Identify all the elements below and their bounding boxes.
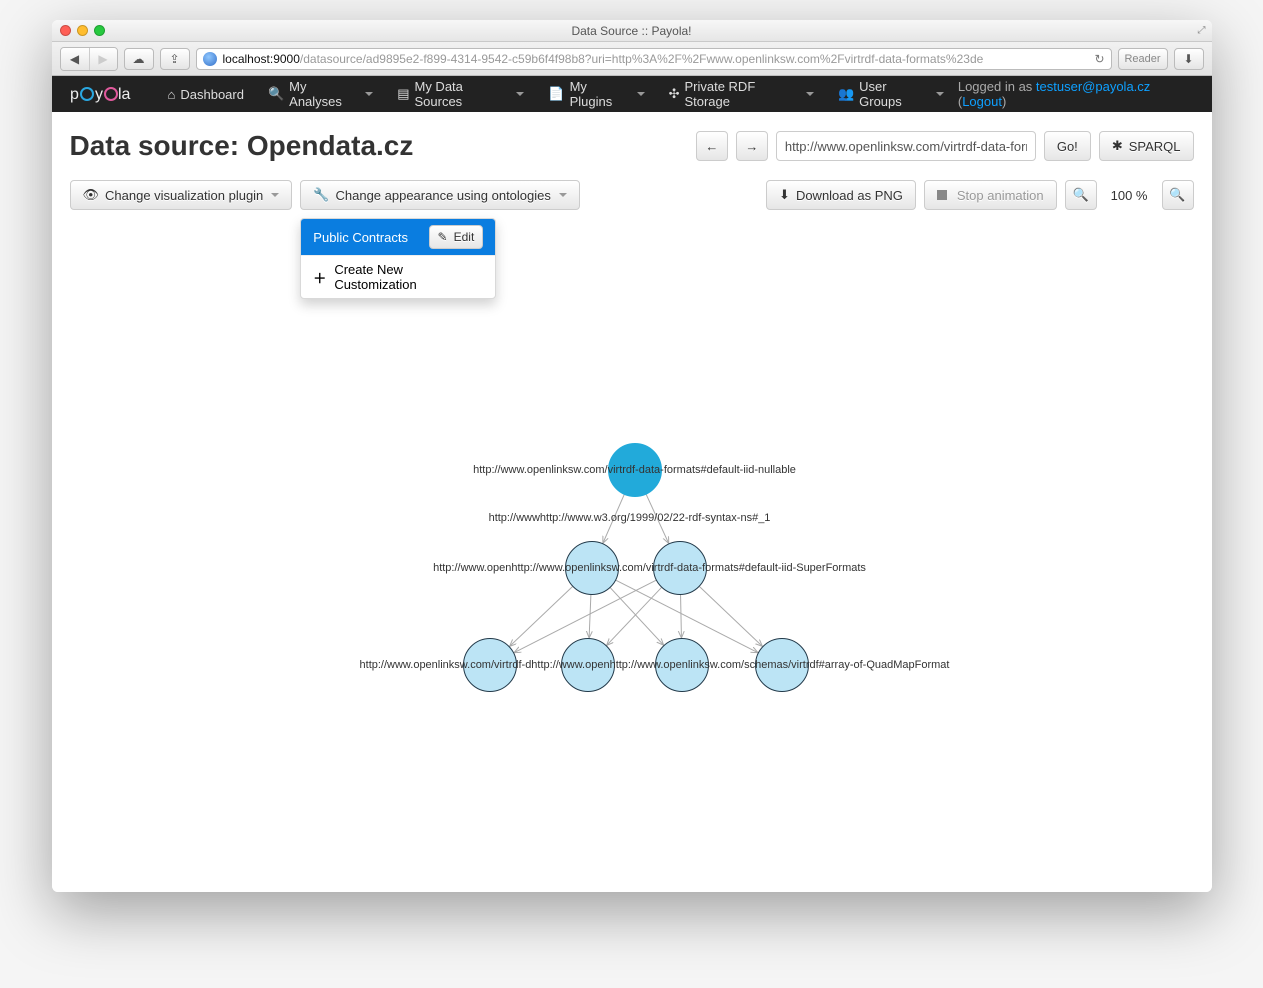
nav-prev-button[interactable]: ← — [696, 131, 728, 161]
asterisk-icon: ✱ — [1112, 138, 1123, 154]
logged-in-prefix: Logged in as — [958, 79, 1036, 94]
url-text: localhost:9000/datasource/ad9895e2-f899-… — [223, 52, 1089, 66]
app-window: Data Source :: Payola! ⤢ ◀ ▶ ☁ ⇪ localho… — [52, 20, 1212, 892]
logout-link[interactable]: Logout — [962, 94, 1002, 109]
url-host: localhost:9000 — [223, 52, 300, 66]
chevron-down-icon — [806, 92, 814, 96]
chevron-down-icon — [516, 92, 524, 96]
plus-icon: ＋ — [313, 268, 326, 287]
zoom-level: 100 % — [1105, 188, 1154, 203]
nav-label: User Groups — [859, 79, 929, 109]
nav-user-groups[interactable]: 👥 User Groups — [828, 73, 954, 115]
icloud-button[interactable]: ☁ — [124, 48, 154, 70]
share-icon: ✣ — [669, 86, 680, 102]
nav-dashboard[interactable]: ⌂ Dashboard — [158, 81, 254, 108]
file-icon: 📄 — [548, 86, 564, 102]
graph-node[interactable] — [755, 638, 809, 692]
graph-node[interactable] — [561, 638, 615, 692]
graph-node[interactable] — [608, 443, 662, 497]
app-navbar: p y la ⌂ Dashboard 🔍 My Analyses ▤ My Da… — [52, 76, 1212, 112]
chevron-down-icon — [271, 193, 279, 197]
uri-input[interactable] — [776, 131, 1036, 161]
window-title: Data Source :: Payola! — [52, 24, 1212, 38]
change-ont-label: Change appearance using ontologies — [335, 188, 550, 203]
reload-icon[interactable]: ↻ — [1094, 52, 1104, 66]
dropdown-item-create[interactable]: ＋ Create New Customization — [301, 256, 495, 298]
nav-label: My Plugins — [570, 79, 630, 109]
pencil-icon: ✎ — [438, 230, 448, 244]
zoom-out-button[interactable]: 🔍 — [1162, 180, 1194, 210]
change-visualization-button[interactable]: 👁 Change visualization plugin — [70, 180, 293, 210]
nav-label: My Analyses — [289, 79, 358, 109]
download-icon: ⬇ — [779, 187, 790, 203]
nav-my-plugins[interactable]: 📄 My Plugins — [538, 73, 654, 115]
graph-node[interactable] — [655, 638, 709, 692]
nav-label: My Data Sources — [414, 79, 509, 109]
change-appearance-button[interactable]: 🔧 Change appearance using ontologies — [300, 180, 580, 210]
download-png-button[interactable]: ⬇ Download as PNG — [766, 180, 916, 210]
svg-text:p: p — [70, 86, 79, 103]
ontology-dropdown: Public Contracts ✎ Edit ＋ Create New Cus… — [300, 218, 496, 299]
svg-text:y: y — [95, 86, 103, 103]
nav-my-analyses[interactable]: 🔍 My Analyses — [258, 73, 383, 115]
forward-button[interactable]: ▶ — [89, 48, 117, 70]
user-link[interactable]: testuser@payola.cz — [1036, 79, 1150, 94]
dropdown-item-public-contracts[interactable]: Public Contracts ✎ Edit — [301, 219, 495, 255]
auth-status: Logged in as testuser@payola.cz (Logout) — [958, 79, 1194, 109]
eye-icon: 👁 — [83, 187, 100, 203]
download-label: Download as PNG — [796, 188, 903, 203]
reader-button[interactable]: Reader — [1118, 48, 1168, 70]
zoom-in-button[interactable]: 🔍 — [1065, 180, 1097, 210]
nav-label: Private RDF Storage — [684, 79, 798, 109]
chevron-down-icon — [559, 193, 567, 197]
graph-node[interactable] — [565, 541, 619, 595]
chevron-down-icon — [365, 92, 373, 96]
hdd-icon: ▤ — [397, 86, 409, 102]
page-title: Data source: Opendata.cz — [70, 130, 688, 162]
sparql-label: SPARQL — [1129, 139, 1181, 154]
title-bar: Data Source :: Payola! ⤢ — [52, 20, 1212, 42]
chevron-down-icon — [936, 92, 944, 96]
edit-customization-button[interactable]: ✎ Edit — [429, 225, 484, 249]
downloads-button[interactable]: ⬇ — [1174, 48, 1204, 70]
fullscreen-icon[interactable]: ⤢ — [1198, 25, 1206, 36]
go-button[interactable]: Go! — [1044, 131, 1091, 161]
edit-label: Edit — [454, 230, 475, 244]
search-icon: 🔍 — [268, 86, 284, 102]
home-icon: ⌂ — [168, 87, 176, 102]
brand-logo[interactable]: p y la — [70, 76, 140, 112]
stop-animation-button[interactable]: Stop animation — [924, 180, 1057, 210]
graph-canvas[interactable]: http://www.openlinksw.com/virtrdf-data-f… — [70, 210, 1194, 730]
sparql-button[interactable]: ✱ SPARQL — [1099, 131, 1194, 161]
nav-label: Dashboard — [180, 87, 244, 102]
stop-label: Stop animation — [957, 188, 1044, 203]
browser-toolbar: ◀ ▶ ☁ ⇪ localhost:9000/datasource/ad9895… — [52, 42, 1212, 76]
url-path: /datasource/ad9895e2-f899-4314-9542-c59b… — [300, 52, 983, 66]
graph-node[interactable] — [463, 638, 517, 692]
back-button[interactable]: ◀ — [61, 48, 89, 70]
dropdown-item-label: Public Contracts — [313, 230, 408, 245]
stop-icon — [937, 190, 947, 200]
wrench-icon: 🔧 — [313, 187, 329, 203]
nav-next-button[interactable]: → — [736, 131, 768, 161]
share-button[interactable]: ⇪ — [160, 48, 190, 70]
create-label: Create New Customization — [334, 262, 483, 292]
site-globe-icon — [203, 52, 217, 66]
users-icon: 👥 — [838, 86, 854, 102]
nav-private-rdf[interactable]: ✣ Private RDF Storage — [659, 73, 824, 115]
nav-my-data-sources[interactable]: ▤ My Data Sources — [387, 73, 534, 115]
svg-text:la: la — [118, 86, 131, 103]
chevron-down-icon — [637, 92, 645, 96]
address-bar[interactable]: localhost:9000/datasource/ad9895e2-f899-… — [196, 48, 1112, 70]
change-vis-label: Change visualization plugin — [105, 188, 263, 203]
graph-node[interactable] — [653, 541, 707, 595]
